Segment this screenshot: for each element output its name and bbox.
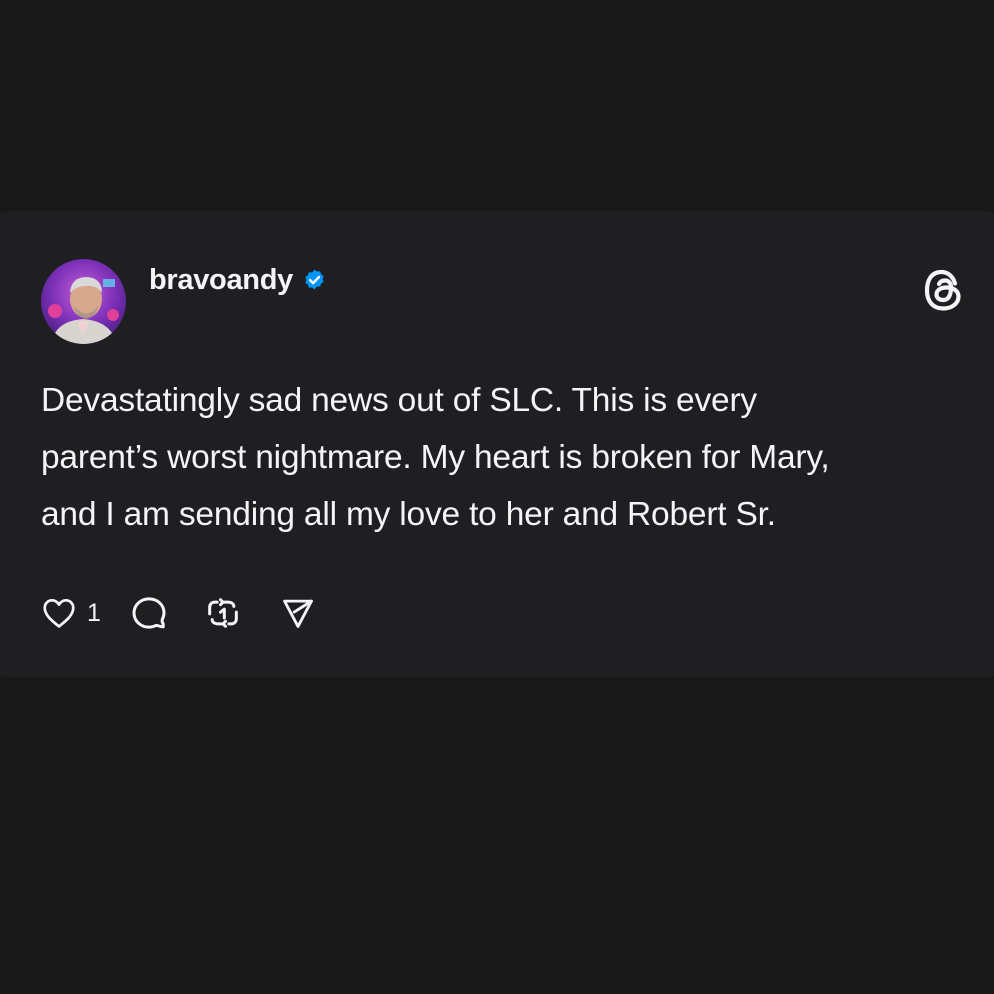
- heart-icon: [43, 598, 75, 628]
- send-icon: [283, 599, 313, 628]
- repost-button[interactable]: [203, 593, 243, 633]
- verified-badge-icon: [305, 269, 324, 289]
- avatar[interactable]: [41, 259, 126, 344]
- like-count: 1: [87, 598, 101, 627]
- comment-icon: [132, 597, 166, 629]
- threads-logo-icon[interactable]: [919, 266, 967, 314]
- reply-button[interactable]: [129, 593, 169, 633]
- post-actions: 1: [40, 592, 317, 634]
- post-header: bravoandy: [149, 260, 327, 300]
- like-button[interactable]: 1: [40, 594, 101, 632]
- repost-icon: [208, 598, 238, 628]
- post-text: Devastatingly sad news out of SLC. This …: [41, 382, 830, 533]
- share-button[interactable]: [279, 594, 317, 632]
- username[interactable]: bravoandy: [149, 264, 293, 297]
